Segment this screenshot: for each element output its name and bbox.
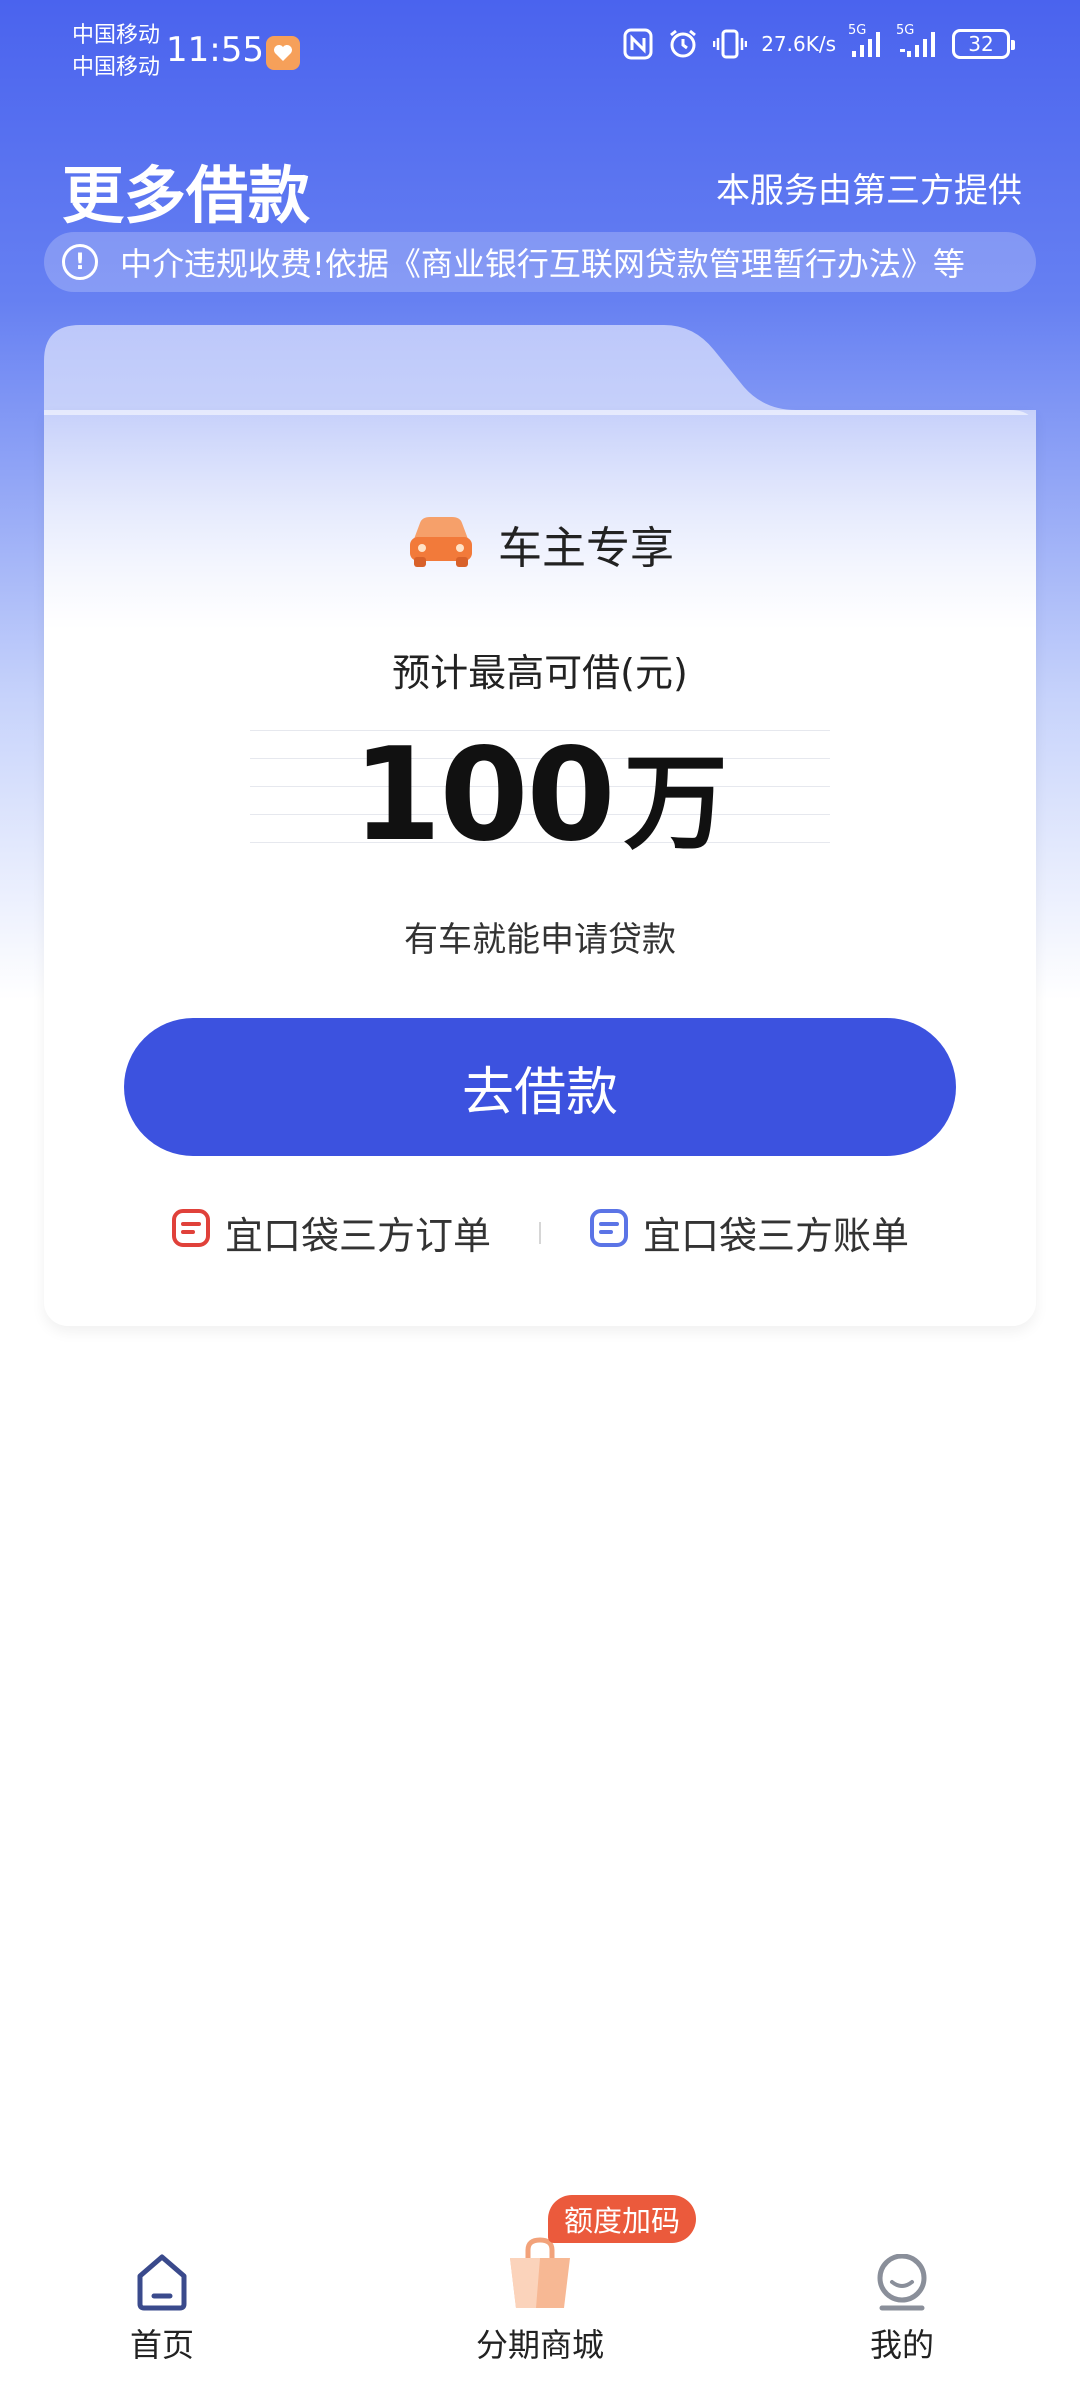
carrier-info: 中国移动 中国移动 [72,20,160,84]
carrier-2: 中国移动 [72,55,161,80]
nav-mine-label: 我的 [870,2326,935,2364]
link-divider [539,1221,541,1244]
provider-note: 本服务由第三方提供 [716,171,1022,211]
battery-level: 32 [968,32,994,56]
info-icon: ! [62,244,98,280]
amount-unit: 万 [623,742,728,864]
car-owner-badge: 车主专享 [0,512,1080,576]
order-links: 宜口袋三方订单 宜口袋三方账单 [0,1205,1080,1260]
compliance-notice[interactable]: ! 中介违规收费!依据《商业银行互联网贷款管理暂行办法》等 [44,232,1036,292]
amount-value: 100 [352,721,615,870]
loan-amount: 100万 [0,718,1080,870]
page-title: 更多借款 [62,159,311,232]
signal-label-2: 5G [896,23,915,38]
badge-label: 车主专享 [498,523,674,574]
network-speed-value: 27.6 [761,32,806,56]
car-icon [406,515,476,573]
card-tab [44,325,1036,415]
nav-mine[interactable]: 我的 [870,2254,934,2366]
bottom-nav: 首页 分期商城 我的 [0,2180,1080,2400]
nav-home[interactable]: 首页 [130,2252,194,2366]
alarm-icon [667,28,699,60]
network-speed: 27.6 K/s [761,33,836,55]
notice-text: 中介违规收费!依据《商业银行互联网贷款管理暂行办法》等 [120,245,965,283]
shopping-bag-icon [510,2237,570,2308]
borrow-button[interactable]: 去借款 [124,1018,956,1156]
status-bar: 中国移动 中国移动 11:55 27.6 K/s 5G 5G 32 [0,0,1080,110]
profile-icon [877,2254,927,2311]
amount-label: 预计最高可借(元) [392,651,688,695]
nav-mall[interactable]: 分期商城 [476,2236,604,2366]
orders-link[interactable]: 宜口袋三方订单 [171,1205,491,1260]
signal-label-1: 5G [848,23,867,38]
nav-home-label: 首页 [130,2326,195,2364]
heart-app-icon [266,36,300,70]
orders-icon [171,1208,211,1257]
loan-hint: 有车就能申请贷款 [404,920,676,960]
signal-5g-icon-1: 5G [848,23,884,59]
nfc-icon [623,28,653,60]
status-time: 11:55 [166,30,264,70]
bills-icon [589,1208,629,1257]
promo-badge: 额度加码 [548,2195,697,2243]
signal-5g-icon-2: 5G [896,23,938,59]
home-icon [137,2254,187,2311]
carrier-1: 中国移动 [72,23,161,48]
battery-indicator: 32 [952,29,1015,59]
vibrate-icon [713,28,748,60]
nav-mall-label: 分期商城 [476,2326,605,2364]
bills-link-label: 宜口袋三方账单 [643,1214,910,1258]
orders-link-label: 宜口袋三方订单 [224,1214,491,1258]
network-speed-unit: K/s [805,32,836,56]
bills-link[interactable]: 宜口袋三方账单 [589,1205,909,1260]
